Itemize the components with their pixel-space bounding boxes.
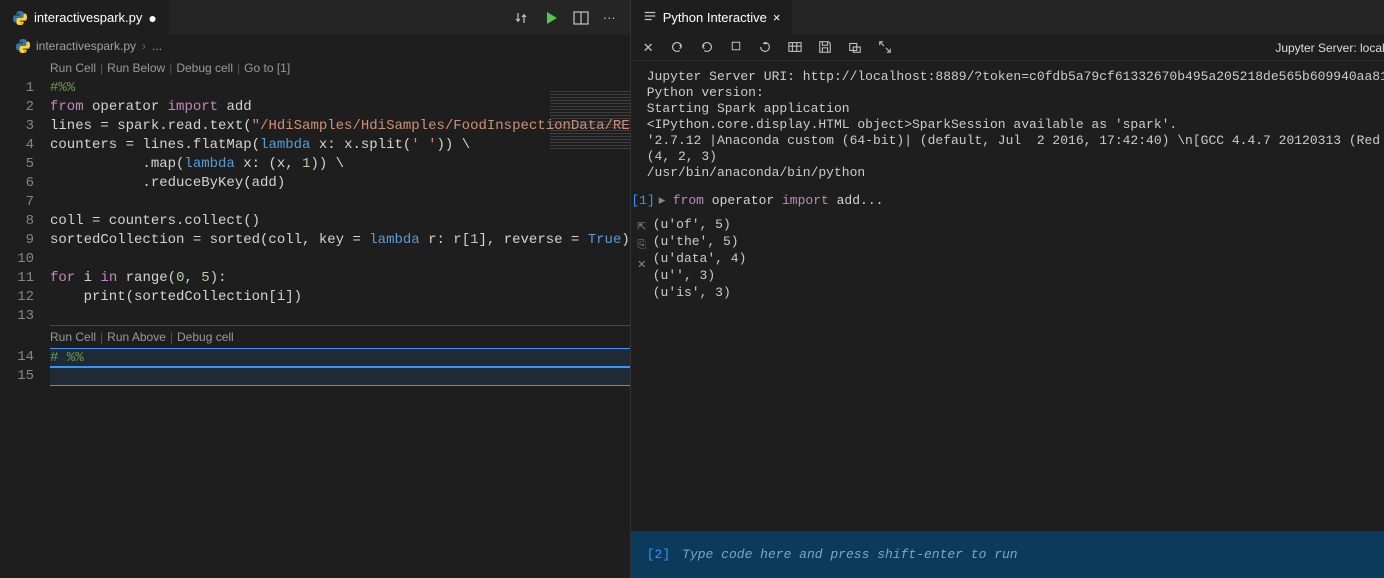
copy-icon[interactable]: ⎘ <box>637 240 646 252</box>
interactive-tab-bar: Python Interactive × ··· <box>631 0 1384 35</box>
stop-icon[interactable] <box>730 40 742 56</box>
codelens-2: Run Cell| Run Above| Debug cell <box>50 326 630 348</box>
code-content[interactable]: Run Cell| Run Below| Debug cell| Go to [… <box>50 57 630 578</box>
cell-output-text: (u'of', 5) (u'the', 5) (u'data', 4) (u''… <box>653 216 1384 301</box>
startup-output: Jupyter Server URI: http://localhost:888… <box>631 61 1384 189</box>
delete-cell-icon[interactable]: ✕ <box>637 258 646 272</box>
codelens-debug-cell[interactable]: Debug cell <box>177 328 234 347</box>
redo-icon[interactable] <box>670 40 684 56</box>
chevron-right-icon: › <box>142 39 146 53</box>
breadcrumb[interactable]: interactivespark.py › ... <box>0 35 630 57</box>
tab-filename: interactivespark.py <box>34 10 142 25</box>
export-icon[interactable] <box>848 40 862 56</box>
interactive-toolbar: ✕ Jupyter Server: local ⦿ PySpark: Idle <box>631 35 1384 61</box>
cell-1-input: [1] ▸ from operator import add... <box>631 189 1384 212</box>
undo-icon[interactable] <box>700 40 714 56</box>
codelens-run-below[interactable]: Run Below <box>107 59 165 78</box>
cell-code: from operator import add... <box>673 193 1384 208</box>
code-editor[interactable]: 12345678910111213 1415 Run Cell| Run Bel… <box>0 57 630 578</box>
interactive-icon <box>643 9 657 26</box>
split-editor-icon[interactable] <box>573 10 589 26</box>
codelens-debug-cell[interactable]: Debug cell <box>176 59 233 78</box>
save-icon[interactable] <box>818 40 832 56</box>
jupyter-server-status[interactable]: Jupyter Server: local ⦿ <box>1275 39 1384 56</box>
codelens-run-cell[interactable]: Run Cell <box>50 328 96 347</box>
codelens-run-cell[interactable]: Run Cell <box>50 59 96 78</box>
more-actions-icon[interactable]: ··· <box>603 10 616 26</box>
goto-code-icon[interactable]: ⇱ <box>637 220 646 234</box>
editor-tab[interactable]: interactivespark.py ● <box>0 0 170 35</box>
cell-output-gutter: ⇱ ⎘ ✕ <box>631 216 653 301</box>
input-placeholder: Type code here and press shift-enter to … <box>682 547 1017 562</box>
editor-tab-actions: ··· <box>513 10 630 26</box>
editor-tab-bar: interactivespark.py ● ··· <box>0 0 630 35</box>
interactive-input[interactable]: [2] Type code here and press shift-enter… <box>631 531 1384 578</box>
codelens-1: Run Cell| Run Below| Debug cell| Go to [… <box>50 57 630 79</box>
interactive-tab-title: Python Interactive <box>663 10 767 25</box>
python-file-icon <box>16 39 30 53</box>
cell-prompt: [1] <box>631 193 659 208</box>
compare-changes-icon[interactable] <box>513 10 529 26</box>
breadcrumb-rest: ... <box>152 39 162 53</box>
interactive-tab[interactable]: Python Interactive × <box>631 0 793 35</box>
cell-1-output: ⇱ ⎘ ✕ (u'of', 5) (u'the', 5) (u'data', 4… <box>631 212 1384 305</box>
breadcrumb-file: interactivespark.py <box>36 39 136 53</box>
close-icon[interactable]: × <box>773 10 781 25</box>
expand-icon[interactable] <box>878 40 892 56</box>
variables-icon[interactable] <box>788 40 802 56</box>
interactive-body: Jupyter Server URI: http://localhost:888… <box>631 61 1384 578</box>
codelens-goto[interactable]: Go to [1] <box>244 59 290 78</box>
dirty-indicator: ● <box>148 10 156 26</box>
codelens-run-above[interactable]: Run Above <box>107 328 166 347</box>
restart-icon[interactable] <box>758 40 772 56</box>
clear-icon[interactable]: ✕ <box>643 40 654 56</box>
run-icon[interactable] <box>543 10 559 26</box>
minimap[interactable] <box>550 91 630 191</box>
expand-cell-icon[interactable]: ▸ <box>659 193 673 208</box>
python-file-icon <box>12 10 28 26</box>
input-prompt: [2] <box>647 547 670 562</box>
line-gutter: 12345678910111213 1415 <box>0 57 50 578</box>
